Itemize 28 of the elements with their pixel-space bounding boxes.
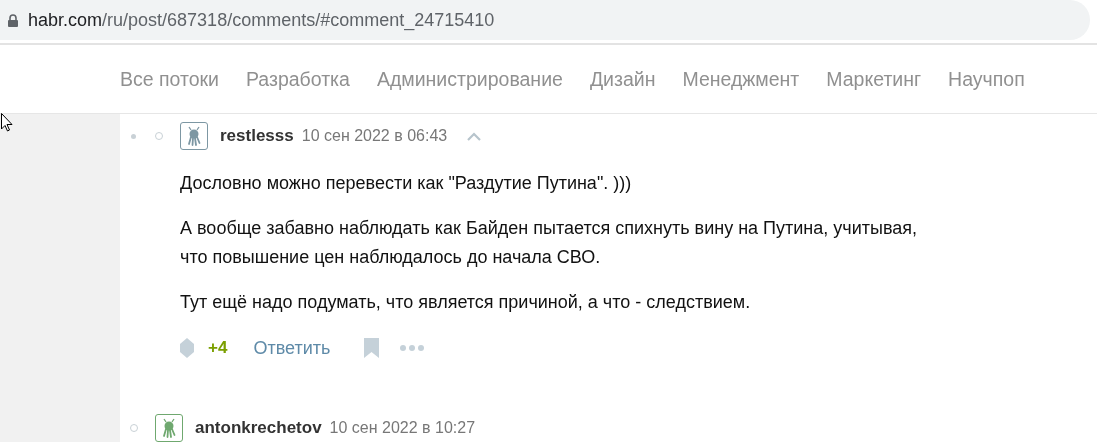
comment-paragraph: Тут ещё надо подумать, что является причиной, а что - следствием. <box>180 291 752 314</box>
comment-date: 10 сен 2022 в 10:27 <box>329 419 476 437</box>
thread-dot-icon <box>131 133 136 139</box>
nav-link[interactable]: Научпоп <box>948 67 1025 91</box>
url-text: habr.com/ru/post/687318/comments/#comment_24715410 <box>28 9 495 31</box>
address-bar[interactable]: habr.com/ru/post/687318/comments/#comment_24715410 <box>0 0 1090 40</box>
reply-link[interactable]: Ответить <box>253 337 331 359</box>
comment-paragraph: А вообще забавно наблюдать как Байден пытается спихнуть вину на Путина, учитывая, что повышение цен наблюдалось до начала СВО. <box>180 217 919 269</box>
nav-link[interactable]: Все потоки <box>120 67 219 91</box>
bookmark-icon[interactable] <box>364 338 380 358</box>
nav-link[interactable]: Менеджмент <box>682 67 800 91</box>
caret-up-icon[interactable] <box>467 131 482 141</box>
nav-link[interactable]: Разработка <box>246 67 350 91</box>
comment-date: 10 сен 2022 в 06:43 <box>301 127 448 145</box>
username[interactable]: antonkrechetov <box>195 418 322 438</box>
rating-score: +4 <box>208 338 228 358</box>
more-icon[interactable] <box>400 345 425 351</box>
nav-link[interactable]: Маркетинг <box>826 67 922 91</box>
octopus-icon <box>160 418 178 438</box>
comment-paragraph: Дословно можно перевести как "Раздутие Путина". ))) <box>180 172 633 195</box>
nav-link[interactable]: Администрирование <box>376 67 563 91</box>
octopus-icon <box>185 126 203 146</box>
username[interactable]: restlesss <box>220 126 294 146</box>
avatar[interactable] <box>155 414 183 442</box>
nav-link[interactable]: Дизайн <box>589 67 656 91</box>
avatar[interactable] <box>180 122 208 150</box>
lock-icon <box>8 13 18 27</box>
vote-icon[interactable] <box>180 338 194 358</box>
